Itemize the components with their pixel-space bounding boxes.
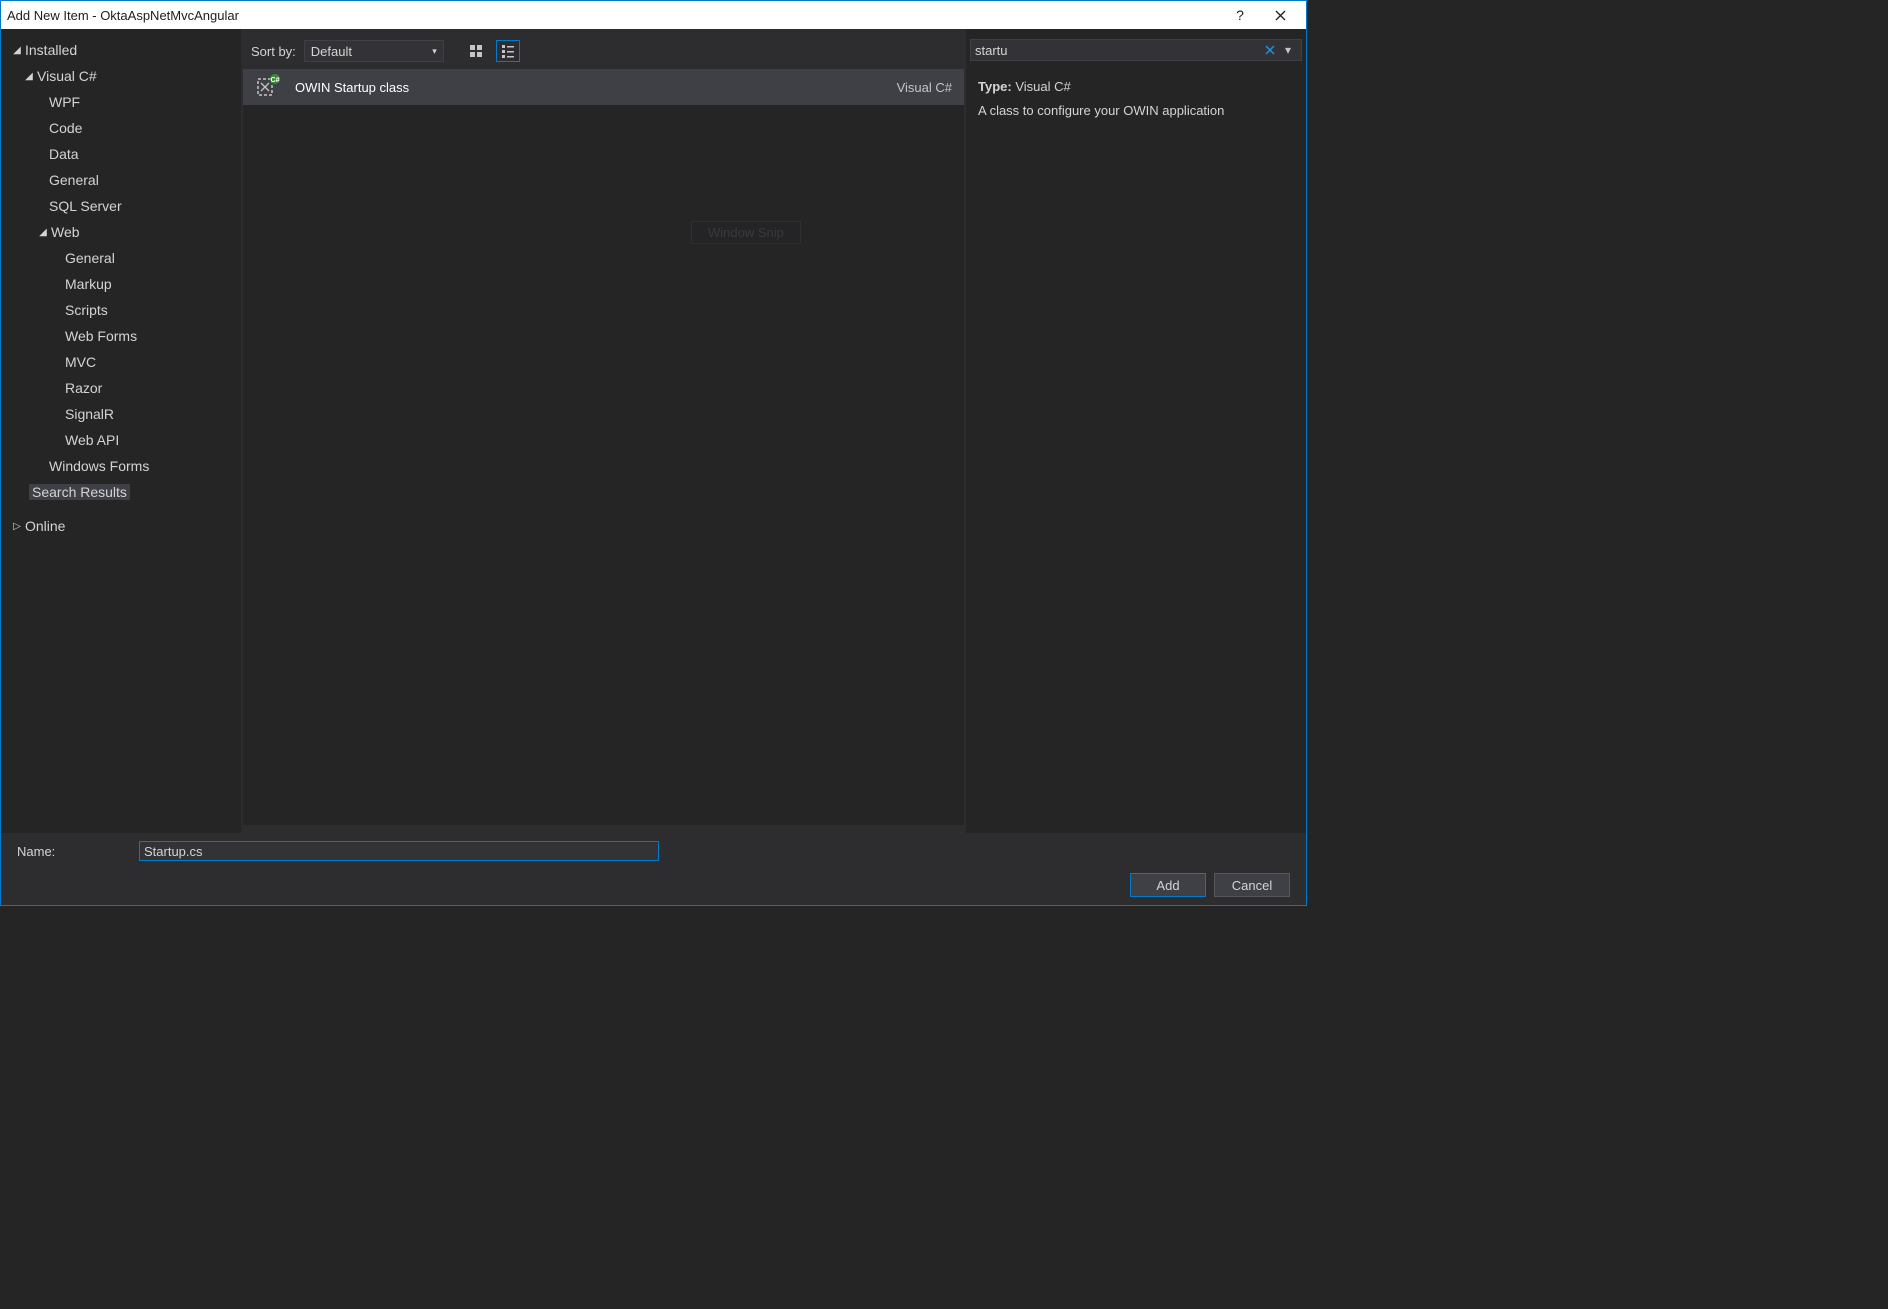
tree-label: Online: [25, 518, 65, 534]
dialog-footer: Name: Add Cancel: [1, 833, 1306, 905]
template-toolbar: Sort by: Default ▾: [241, 37, 966, 65]
chevron-right-icon: ▷: [11, 520, 23, 532]
cancel-button[interactable]: Cancel: [1214, 873, 1290, 897]
view-small-icons-button[interactable]: [496, 40, 520, 62]
search-input[interactable]: [975, 43, 1261, 58]
tree-item-web[interactable]: ◢ Web: [1, 219, 241, 245]
tree-item-windows-forms[interactable]: Windows Forms: [1, 453, 241, 479]
tree-item-general[interactable]: General: [1, 167, 241, 193]
add-button[interactable]: Add: [1130, 873, 1206, 897]
close-icon: [1265, 45, 1275, 55]
tree-label: Search Results: [29, 484, 130, 500]
name-row: Name:: [17, 841, 1290, 861]
help-button[interactable]: ?: [1220, 1, 1260, 29]
sort-by-label: Sort by:: [251, 44, 296, 59]
tree-item-signalr[interactable]: SignalR: [1, 401, 241, 427]
tree-label: SignalR: [65, 406, 114, 422]
tree-item-code[interactable]: Code: [1, 115, 241, 141]
tree-item-data[interactable]: Data: [1, 141, 241, 167]
template-panel: Sort by: Default ▾: [241, 29, 966, 833]
template-description: A class to configure your OWIN applicati…: [978, 101, 1294, 121]
tree-item-razor[interactable]: Razor: [1, 375, 241, 401]
tree-label: Razor: [65, 380, 102, 396]
tree-label: Web: [51, 224, 80, 240]
dialog-content: ◢ Installed ◢ Visual C# WPF Code Data Ge…: [1, 29, 1306, 833]
button-row: Add Cancel: [17, 873, 1290, 897]
chevron-down-icon: ▾: [432, 46, 437, 57]
chevron-down-icon: ◢: [23, 70, 35, 82]
tree-item-web-forms[interactable]: Web Forms: [1, 323, 241, 349]
tree-label: General: [65, 250, 115, 266]
tree-label: Visual C#: [37, 68, 97, 84]
csharp-class-icon: C#: [255, 74, 281, 100]
template-language: Visual C#: [897, 80, 952, 95]
titlebar: Add New Item - OktaAspNetMvcAngular ?: [1, 1, 1306, 29]
svg-text:C#: C#: [271, 77, 280, 84]
clear-search-button[interactable]: [1261, 41, 1279, 59]
tree-item-mvc[interactable]: MVC: [1, 349, 241, 375]
search-box[interactable]: ▾: [970, 39, 1302, 61]
tree-label: Scripts: [65, 302, 108, 318]
view-medium-icons-button[interactable]: [464, 40, 488, 62]
watermark: Window Snip: [691, 221, 801, 244]
tree-label: Markup: [65, 276, 112, 292]
type-value: Visual C#: [1015, 79, 1070, 94]
tree-label: Windows Forms: [49, 458, 149, 474]
details-body: Type: Visual C# A class to configure you…: [966, 69, 1306, 128]
template-owin-startup[interactable]: C# OWIN Startup class Visual C#: [243, 69, 964, 105]
name-label: Name:: [17, 844, 127, 859]
tree-label: Code: [49, 120, 82, 136]
tree-label: MVC: [65, 354, 96, 370]
template-list: C# OWIN Startup class Visual C#: [243, 69, 964, 825]
sort-value: Default: [311, 44, 352, 59]
template-name: OWIN Startup class: [295, 80, 897, 95]
tree-item-sql-server[interactable]: SQL Server: [1, 193, 241, 219]
type-label: Type:: [978, 79, 1012, 94]
tree-label: Web API: [65, 432, 119, 448]
tree-label: Web Forms: [65, 328, 137, 344]
tree-item-visual-csharp[interactable]: ◢ Visual C#: [1, 63, 241, 89]
grid-icon: [469, 44, 483, 58]
chevron-down-icon: ◢: [37, 226, 49, 238]
details-panel: ▾ Type: Visual C# A class to configure y…: [966, 29, 1306, 833]
window-title: Add New Item - OktaAspNetMvcAngular: [7, 8, 1220, 23]
category-tree: ◢ Installed ◢ Visual C# WPF Code Data Ge…: [1, 29, 241, 833]
tree-item-web-general[interactable]: General: [1, 245, 241, 271]
close-icon: [1275, 10, 1286, 21]
tree-label: General: [49, 172, 99, 188]
tree-label: WPF: [49, 94, 80, 110]
tree-label: Data: [49, 146, 79, 162]
tree-item-scripts[interactable]: Scripts: [1, 297, 241, 323]
sort-dropdown[interactable]: Default ▾: [304, 40, 444, 62]
tree-item-online[interactable]: ▷ Online: [1, 513, 241, 539]
tree-item-markup[interactable]: Markup: [1, 271, 241, 297]
tree-item-installed[interactable]: ◢ Installed: [1, 37, 241, 63]
tree-item-wpf[interactable]: WPF: [1, 89, 241, 115]
tree-item-search-results[interactable]: Search Results: [1, 479, 241, 505]
tree-label: SQL Server: [49, 198, 122, 214]
tree-item-web-api[interactable]: Web API: [1, 427, 241, 453]
list-icon: [501, 44, 515, 58]
chevron-down-icon: ◢: [11, 44, 23, 56]
search-dropdown-button[interactable]: ▾: [1279, 41, 1297, 59]
tree-label: Installed: [25, 42, 77, 58]
name-input[interactable]: [139, 841, 659, 861]
close-button[interactable]: [1260, 1, 1300, 29]
